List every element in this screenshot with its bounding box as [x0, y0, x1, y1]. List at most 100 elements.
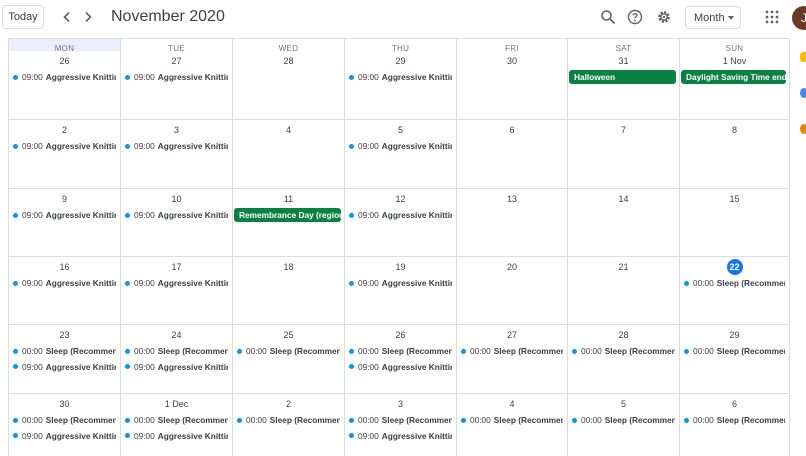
side-panel-tasks-icon[interactable]	[800, 88, 806, 98]
event-chip[interactable]: 09:00Aggressive Knitting	[349, 360, 452, 374]
day-number[interactable]: 18	[233, 262, 344, 272]
search-button[interactable]	[598, 7, 618, 27]
side-panel-keep-icon[interactable]	[800, 52, 806, 62]
day-number[interactable]: 6	[457, 125, 567, 135]
previous-month-button[interactable]	[58, 7, 76, 27]
day-number[interactable]: 5	[345, 125, 456, 135]
event-chip[interactable]: 00:00Sleep (Recommende	[237, 413, 340, 427]
day-cell[interactable]: FRI 30	[457, 39, 568, 120]
day-cell[interactable]: 4 00:00Sleep (Recommende	[457, 394, 568, 456]
day-number[interactable]: 21	[568, 262, 679, 272]
event-chip[interactable]: 09:00Aggressive Knitting	[13, 276, 116, 290]
day-cell[interactable]: 2 00:00Sleep (Recommende	[233, 394, 345, 456]
day-cell[interactable]: THU 29 09:00Aggressive Knitting	[345, 39, 457, 120]
day-cell[interactable]: 12 09:00Aggressive Knitting	[345, 189, 457, 257]
all-day-event[interactable]: Halloween	[569, 70, 676, 84]
day-cell[interactable]: 16 09:00Aggressive Knitting	[9, 257, 121, 325]
event-chip[interactable]: 00:00Sleep (Recommende	[572, 344, 675, 358]
event-chip[interactable]: 09:00Aggressive Knitting	[125, 139, 228, 153]
day-number[interactable]: 29	[680, 330, 789, 340]
day-number[interactable]: 27	[457, 330, 567, 340]
event-chip[interactable]: 09:00Aggressive Knitting	[13, 429, 116, 443]
day-number[interactable]: 13	[457, 194, 567, 204]
day-cell[interactable]: 6 00:00Sleep (Recommende	[680, 394, 790, 456]
day-cell[interactable]: 4	[233, 120, 345, 189]
day-cell[interactable]: 18	[233, 257, 345, 325]
day-cell[interactable]: 2400:00Sleep (Recommende09:00Aggressive …	[121, 325, 233, 394]
day-cell[interactable]: 3 00:00Sleep (Recommende 09:00Aggressive K…	[345, 394, 457, 456]
event-chip[interactable]: 00:00Sleep (Recommende	[13, 344, 116, 358]
day-cell[interactable]: 3000:00Sleep (Recommende09:00Aggressive …	[9, 394, 121, 456]
day-cell[interactable]: MON 26 09:00Aggressive Knitting	[9, 39, 121, 120]
event-chip[interactable]: 00:00Sleep (Recommende	[349, 344, 452, 358]
event-chip[interactable]: 09:00Aggressive Knitting	[349, 139, 452, 153]
event-chip[interactable]: 09:00Aggressive Knitting	[349, 70, 452, 84]
day-number[interactable]: 29	[345, 56, 456, 66]
event-chip[interactable]: 09:00Aggressive Knitting	[13, 208, 116, 222]
event-chip[interactable]: 00:00Sleep (Recommende	[125, 413, 228, 427]
day-cell[interactable]: WED 28	[233, 39, 345, 120]
day-cell[interactable]: 5 09:00Aggressive Knitting	[345, 120, 457, 189]
day-number[interactable]: 3	[345, 399, 456, 409]
day-number[interactable]: 4	[457, 399, 567, 409]
day-cell[interactable]: 10 09:00Aggressive Knitting	[121, 189, 233, 257]
today-day-number[interactable]: 22	[726, 259, 743, 275]
event-chip[interactable]: 09:00Aggressive Knitting	[125, 208, 228, 222]
day-number[interactable]: 8	[680, 125, 789, 135]
day-cell[interactable]: 20	[457, 257, 568, 325]
day-number[interactable]: 2	[9, 125, 120, 135]
day-cell[interactable]: 17 09:00Aggressive Knitting	[121, 257, 233, 325]
day-number[interactable]: 11	[233, 194, 344, 204]
day-cell[interactable]: 2600:00Sleep (Recommende09:00Aggressive …	[345, 325, 457, 394]
side-panel-contacts-icon[interactable]	[800, 124, 806, 134]
apps-button[interactable]	[762, 7, 782, 27]
day-number[interactable]: 19	[345, 262, 456, 272]
day-cell[interactable]: 3 09:00Aggressive Knitting	[121, 120, 233, 189]
day-number[interactable]: 30	[457, 56, 567, 66]
view-select[interactable]: Month	[685, 6, 741, 29]
day-number[interactable]: 25	[233, 330, 344, 340]
day-cell[interactable]: 29 00:00Sleep (Recommende	[680, 325, 790, 394]
avatar[interactable]: J	[792, 6, 806, 30]
event-chip[interactable]: 09:00Aggressive Knitting	[13, 360, 116, 374]
help-button[interactable]	[625, 7, 645, 27]
day-number[interactable]: 7	[568, 125, 679, 135]
day-number[interactable]: 12	[345, 194, 456, 204]
event-chip[interactable]: 00:00Sleep (Recommende	[684, 344, 785, 358]
day-number[interactable]: 28	[233, 56, 344, 66]
day-number[interactable]: 17	[121, 262, 232, 272]
all-day-event[interactable]: Daylight Saving Time ends	[681, 70, 786, 84]
day-number[interactable]: 2	[233, 399, 344, 409]
event-chip[interactable]: 09:00Aggressive Knitting	[13, 70, 116, 84]
day-cell[interactable]: 2300:00Sleep (Recommende09:00Aggressive …	[9, 325, 121, 394]
day-cell[interactable]: 25 00:00Sleep (Recommende	[233, 325, 345, 394]
all-day-event[interactable]: Remembrance Day (regiona	[234, 208, 341, 222]
event-chip[interactable]: 00:00Sleep (Recommende	[461, 344, 563, 358]
day-number[interactable]: 27	[121, 56, 232, 66]
day-number[interactable]: 20	[457, 262, 567, 272]
day-cell[interactable]: 13	[457, 189, 568, 257]
event-chip[interactable]: 09:00Aggressive Knitting	[349, 429, 452, 443]
event-chip[interactable]: 09:00Aggressive Knitting	[125, 360, 228, 374]
day-cell[interactable]: 27 00:00Sleep (Recommende	[457, 325, 568, 394]
day-number[interactable]: 6	[680, 399, 789, 409]
event-chip[interactable]: 00:00Sleep (Recommende	[572, 413, 675, 427]
event-chip[interactable]: 00:00Sleep (Recommende	[684, 276, 785, 290]
today-button[interactable]: Today	[2, 5, 44, 29]
day-cell[interactable]: 9 09:00Aggressive Knitting	[9, 189, 121, 257]
day-number[interactable]: 3	[121, 125, 232, 135]
event-chip[interactable]: 09:00Aggressive Knitting	[125, 70, 228, 84]
day-cell[interactable]: 2 09:00Aggressive Knitting	[9, 120, 121, 189]
day-number[interactable]: 31	[568, 56, 679, 66]
event-chip[interactable]: 09:00Aggressive Knitting	[349, 276, 452, 290]
day-number[interactable]: 24	[121, 330, 232, 340]
day-cell[interactable]: 1 Dec00:00Sleep (Recommende09:00Aggressi…	[121, 394, 233, 456]
day-number[interactable]: 5	[568, 399, 679, 409]
day-cell[interactable]: 28 00:00Sleep (Recommende	[568, 325, 680, 394]
event-chip[interactable]: 00:00Sleep (Recommende	[349, 413, 452, 427]
day-cell[interactable]: SAT 31 Halloween	[568, 39, 680, 120]
event-chip[interactable]: 09:00Aggressive Knitting	[125, 276, 228, 290]
day-cell[interactable]: 19 09:00Aggressive Knitting	[345, 257, 457, 325]
day-cell[interactable]: 7	[568, 120, 680, 189]
day-number[interactable]: 1 Nov	[680, 56, 789, 66]
